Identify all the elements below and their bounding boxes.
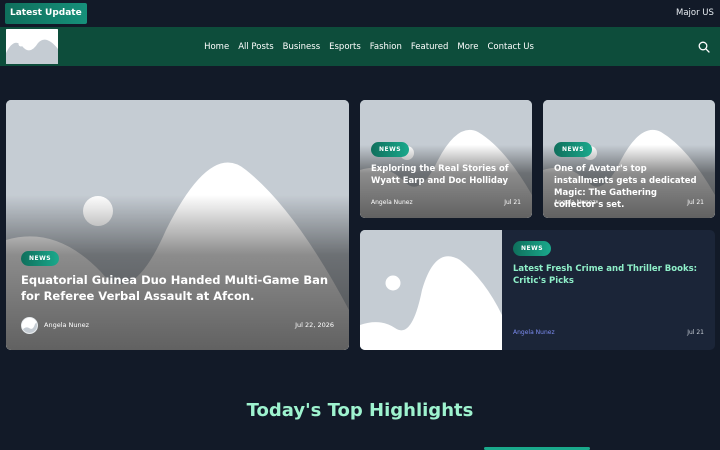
- nav-esports[interactable]: Esports: [329, 42, 361, 52]
- post-author[interactable]: Angela Nunez: [371, 199, 413, 206]
- category-badge[interactable]: NEWS: [21, 251, 60, 266]
- post-card-horizontal[interactable]: NEWS Latest Fresh Crime and Thriller Boo…: [360, 230, 715, 350]
- post-date: Jul 21: [687, 199, 704, 206]
- featured-post-card[interactable]: NEWS Equatorial Guinea Duo Handed Multi-…: [6, 100, 349, 350]
- post-date: Jul 21: [687, 329, 704, 336]
- post-title[interactable]: Latest Fresh Crime and Thriller Books: C…: [513, 263, 703, 287]
- category-badge[interactable]: NEWS: [371, 142, 410, 157]
- post-card[interactable]: NEWS Exploring the Real Stories of Wyatt…: [360, 100, 532, 218]
- nav-contact-us[interactable]: Contact Us: [487, 42, 533, 52]
- nav-more[interactable]: More: [457, 42, 478, 52]
- category-badge[interactable]: NEWS: [554, 142, 593, 157]
- post-author[interactable]: Angela Nunez: [554, 199, 596, 206]
- nav-all-posts[interactable]: All Posts: [238, 42, 273, 52]
- site-logo[interactable]: [6, 29, 58, 64]
- post-author[interactable]: Angela Nunez: [44, 321, 89, 329]
- post-title[interactable]: Exploring the Real Stories of Wyatt Earp…: [371, 163, 521, 187]
- section-heading: Today's Top Highlights: [246, 400, 474, 421]
- ticker-headline[interactable]: Major US: [676, 0, 720, 27]
- post-date: Jul 21: [504, 199, 521, 206]
- post-date: Jul 22, 2026: [295, 321, 334, 329]
- ticker-bar: Latest Update Major US: [0, 0, 720, 27]
- search-icon[interactable]: [698, 41, 710, 53]
- site-header: Home All Posts Business Esports Fashion …: [0, 27, 720, 66]
- nav-fashion[interactable]: Fashion: [370, 42, 402, 52]
- category-badge[interactable]: NEWS: [513, 241, 552, 256]
- image-overlay: [6, 100, 349, 350]
- latest-update-badge: Latest Update: [5, 3, 87, 24]
- nav-home[interactable]: Home: [204, 42, 229, 52]
- post-thumbnail[interactable]: [360, 230, 502, 350]
- post-card[interactable]: NEWS One of Avatar's top installments ge…: [543, 100, 715, 218]
- logo-placeholder-icon: [6, 29, 58, 64]
- main-nav: Home All Posts Business Esports Fashion …: [0, 27, 720, 66]
- nav-featured[interactable]: Featured: [411, 42, 449, 52]
- author-avatar[interactable]: [21, 317, 38, 334]
- image-placeholder-icon: [360, 230, 502, 350]
- post-title[interactable]: Equatorial Guinea Duo Handed Multi-Game …: [21, 272, 341, 304]
- post-author[interactable]: Angela Nunez: [513, 329, 555, 336]
- nav-business[interactable]: Business: [283, 42, 320, 52]
